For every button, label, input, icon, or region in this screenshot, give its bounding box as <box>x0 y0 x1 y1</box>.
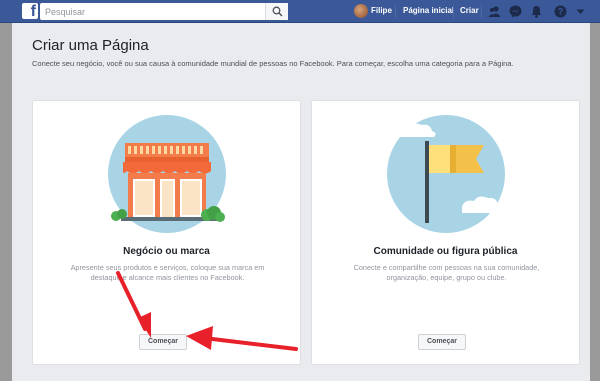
top-navigation-bar: f Filipe Página inicial Criar ? <box>0 0 600 23</box>
start-business-button[interactable]: Começar <box>139 334 187 350</box>
notifications-icon[interactable] <box>529 4 544 19</box>
search-button[interactable] <box>265 3 288 20</box>
home-link[interactable]: Página inicial <box>403 6 454 15</box>
friends-icon[interactable] <box>487 4 502 19</box>
page-title: Criar uma Página <box>32 37 149 54</box>
create-link[interactable]: Criar <box>460 6 479 15</box>
avatar[interactable] <box>354 4 368 18</box>
card-description: Apresente seus produtos e serviços, colo… <box>70 263 265 282</box>
search-icon <box>272 6 283 17</box>
create-page-panel: Criar uma Página Conecte seu negócio, vo… <box>12 23 590 381</box>
flag-icon <box>387 115 505 233</box>
start-community-button[interactable]: Começar <box>418 334 466 350</box>
nav-divider <box>453 5 454 18</box>
svg-text:?: ? <box>558 7 564 17</box>
storefront-icon <box>108 115 226 233</box>
card-title: Comunidade ou figura pública <box>373 246 518 257</box>
card-business-brand[interactable]: Negócio ou marca Apresente seus produtos… <box>32 100 301 365</box>
card-title: Negócio ou marca <box>123 246 210 257</box>
search-input[interactable] <box>40 3 288 20</box>
card-community-public-figure[interactable]: Comunidade ou figura pública Conecte e c… <box>311 100 580 365</box>
help-icon[interactable]: ? <box>553 4 568 19</box>
nav-divider <box>481 5 482 18</box>
messenger-icon[interactable] <box>508 4 523 19</box>
dropdown-icon[interactable] <box>573 4 588 19</box>
facebook-logo-icon[interactable]: f <box>22 3 38 19</box>
page-subtitle: Conecte seu negócio, você ou sua causa à… <box>32 59 514 68</box>
nav-divider <box>395 5 396 18</box>
profile-link[interactable]: Filipe <box>371 6 392 15</box>
card-description: Conecte e compartilhe com pessoas na sua… <box>353 263 540 282</box>
